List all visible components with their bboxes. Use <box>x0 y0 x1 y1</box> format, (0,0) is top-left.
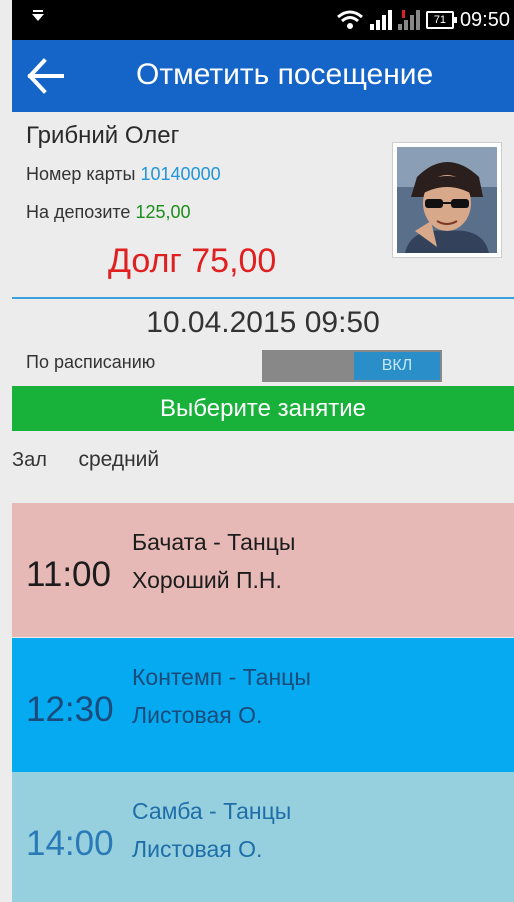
wifi-icon <box>336 10 363 29</box>
lesson-title: Самба - Танцы <box>132 798 292 824</box>
status-bar: 71 09:50 <box>12 0 514 40</box>
visit-datetime: 10.04.2015 09:50 <box>146 306 380 339</box>
card-number: 10140000 <box>140 164 221 184</box>
lesson-teacher: Листовая О. <box>132 836 263 862</box>
notification-icon <box>32 10 44 21</box>
client-profile: Грибний Олег Номер карты 10140000 На деп… <box>12 112 514 298</box>
schedule-label: По расписанию <box>26 352 156 372</box>
status-time: 09:50 <box>459 8 510 31</box>
lesson-item[interactable]: 11:00 Бачата - Танцы Хороший П.Н. <box>12 503 514 637</box>
app-screen: 71 09:50 Отметить посещение Грибний Олег… <box>0 0 514 902</box>
choose-lesson-bar: Выберите занятие <box>12 386 514 431</box>
hall-row: Зал средний <box>12 448 159 472</box>
lesson-title: Контемп - Танцы <box>132 664 311 690</box>
deposit-row: На депозите 125,00 <box>26 202 191 223</box>
hall-value: средний <box>78 448 160 471</box>
back-arrow-icon[interactable] <box>22 52 70 100</box>
toggle-state: ВКЛ <box>354 352 440 380</box>
debt-amount: Долг 75,00 <box>108 242 277 280</box>
lesson-teacher: Листовая О. <box>132 702 263 728</box>
client-photo[interactable] <box>392 142 502 258</box>
page-title: Отметить посещение <box>136 58 434 91</box>
card-number-row: Номер карты 10140000 <box>26 164 221 185</box>
divider <box>12 297 514 299</box>
lesson-item[interactable]: 14:00 Самба - Танцы Листовая О. <box>12 772 514 902</box>
lesson-title: Бачата - Танцы <box>132 529 296 555</box>
deposit-label: На депозите <box>26 202 131 222</box>
client-name: Грибний Олег <box>26 122 180 149</box>
battery-icon: 71 <box>425 11 457 29</box>
app-bar: Отметить посещение <box>12 40 514 112</box>
lesson-time: 11:00 <box>26 555 111 594</box>
signal-icon <box>397 10 420 30</box>
lesson-teacher: Хороший П.Н. <box>132 567 282 593</box>
schedule-toggle[interactable]: ВКЛ <box>262 350 442 382</box>
deposit-value: 125,00 <box>135 202 191 222</box>
card-label: Номер карты <box>26 164 136 184</box>
lesson-time: 14:00 <box>26 824 114 863</box>
signal-icon <box>369 10 392 30</box>
avatar <box>397 147 497 253</box>
hall-label: Зал <box>12 449 47 471</box>
lesson-time: 12:30 <box>26 690 114 729</box>
status-icons: 71 09:50 <box>336 6 510 34</box>
lesson-item[interactable]: 12:30 Контемп - Танцы Листовая О. <box>12 638 514 772</box>
